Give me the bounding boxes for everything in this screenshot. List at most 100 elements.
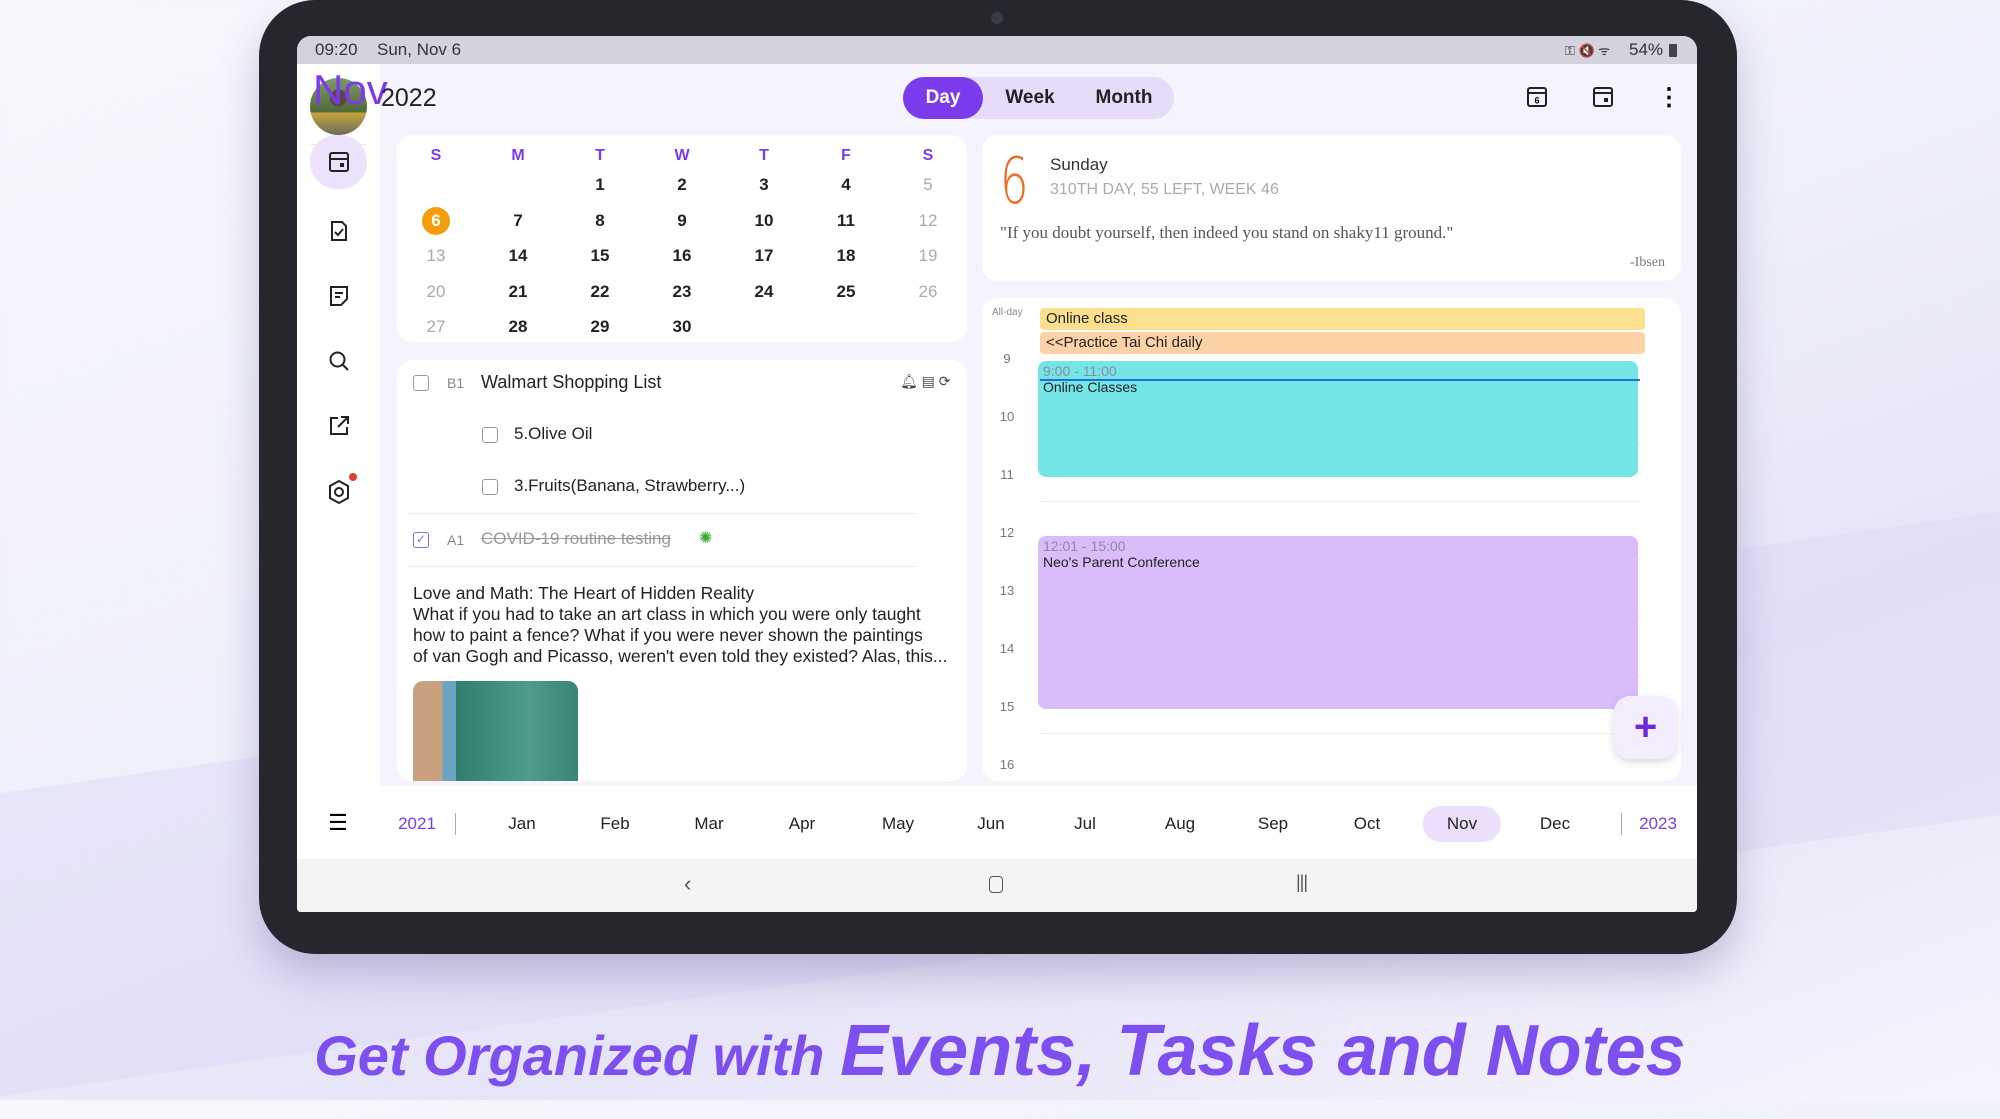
month-feb[interactable]: Feb bbox=[600, 812, 629, 836]
task-checkbox-checked[interactable]: ✓ bbox=[413, 532, 429, 548]
status-time: 09:20 bbox=[315, 40, 358, 59]
calendar-day[interactable]: 8 bbox=[580, 208, 620, 234]
calendar-icon bbox=[1593, 87, 1613, 107]
hour-label: 14 bbox=[999, 641, 1015, 656]
prev-year-button[interactable]: 2021 bbox=[398, 812, 436, 836]
month-dec[interactable]: Dec bbox=[1540, 812, 1570, 836]
day-timeline: All-day 9 10 11 12 13 14 15 16 Online class <<Pra… bbox=[982, 298, 1681, 781]
calendar-day[interactable]: 26 bbox=[908, 279, 948, 305]
timed-event[interactable]: 12:01 - 15:00 Neo's Parent Conference bbox=[1038, 535, 1638, 709]
calendar-day[interactable]: 9 bbox=[662, 208, 702, 234]
month-may[interactable]: May bbox=[882, 812, 914, 836]
today-button[interactable]: 6 bbox=[1522, 82, 1552, 112]
calendar-day[interactable]: 28 bbox=[498, 314, 538, 340]
month-jun[interactable]: Jun bbox=[977, 812, 1004, 836]
add-event-button[interactable]: + bbox=[1614, 696, 1677, 759]
mini-calendar: S M T W T F S 1 2 3 4 5 6 7 8 9 10 11 12 13 14 15 16 17 18 19 20 21… bbox=[397, 135, 967, 342]
battery-icon bbox=[1669, 44, 1677, 57]
note-preview[interactable]: Love and Math: The Heart of Hidden Reali… bbox=[413, 583, 953, 667]
calendar-day[interactable]: 10 bbox=[744, 208, 784, 234]
calendar-day[interactable]: 4 bbox=[826, 172, 866, 198]
more-menu-button[interactable]: ⋮ bbox=[1654, 82, 1684, 112]
calendar-day[interactable]: 5 bbox=[908, 172, 948, 198]
calendar-day[interactable]: 25 bbox=[826, 279, 866, 305]
hamburger-icon: ☰ bbox=[328, 810, 348, 835]
month-oct[interactable]: Oct bbox=[1354, 812, 1380, 836]
sidebar-item-search[interactable] bbox=[310, 334, 367, 388]
task-title-done[interactable]: COVID-19 routine testing bbox=[481, 529, 671, 549]
virus-icon: ✺ bbox=[699, 530, 713, 547]
separator bbox=[1621, 813, 1622, 835]
calendar-view-button[interactable] bbox=[1588, 82, 1618, 112]
calendar-day[interactable]: 16 bbox=[662, 243, 702, 269]
calendar-day[interactable]: 14 bbox=[498, 243, 538, 269]
calendar-day[interactable]: 20 bbox=[416, 279, 456, 305]
subtask-title[interactable]: 5.Olive Oil bbox=[514, 424, 592, 444]
calendar-day[interactable]: 11 bbox=[826, 208, 866, 234]
recents-icon[interactable]: ||| bbox=[1296, 872, 1308, 893]
calendar-day[interactable]: 12 bbox=[908, 208, 948, 234]
sidebar-item-notes[interactable] bbox=[310, 269, 367, 323]
tab-month[interactable]: Month bbox=[1079, 77, 1169, 119]
sidebar-item-settings[interactable] bbox=[310, 465, 367, 519]
calendar-day[interactable]: 21 bbox=[498, 279, 538, 305]
calendar-day[interactable]: 29 bbox=[580, 314, 620, 340]
task-checkbox[interactable] bbox=[413, 375, 429, 391]
tab-day[interactable]: Day bbox=[903, 77, 983, 119]
tasks-notes-card: B1 Walmart Shopping List 🔔︎ ▤ ⟳ 5.Olive … bbox=[397, 360, 967, 781]
calendar-day[interactable]: 24 bbox=[744, 279, 784, 305]
hour-label: 11 bbox=[1000, 467, 1014, 482]
calendar-day[interactable]: 30 bbox=[662, 314, 702, 340]
month-sep[interactable]: Sep bbox=[1258, 812, 1288, 836]
subtask-checkbox[interactable] bbox=[482, 427, 498, 443]
subtask-title[interactable]: 3.Fruits(Banana, Strawberry...) bbox=[514, 476, 745, 496]
sidebar-item-tasks[interactable] bbox=[310, 204, 367, 258]
month-mar[interactable]: Mar bbox=[694, 812, 723, 836]
calendar-day[interactable]: 3 bbox=[744, 172, 784, 198]
more-vertical-icon: ⋮ bbox=[1657, 83, 1681, 111]
header-year[interactable]: 2022 bbox=[381, 84, 437, 113]
home-icon[interactable] bbox=[989, 876, 1003, 893]
calendar-day[interactable]: 15 bbox=[580, 243, 620, 269]
calendar-day[interactable]: 23 bbox=[662, 279, 702, 305]
sidebar-item-share[interactable] bbox=[310, 399, 367, 453]
back-icon[interactable]: ‹ bbox=[684, 871, 691, 897]
sidebar-item-calendar[interactable] bbox=[310, 135, 367, 189]
calendar-day[interactable]: 19 bbox=[908, 243, 948, 269]
header-month[interactable]: Nov bbox=[313, 66, 388, 114]
calendar-day[interactable]: 17 bbox=[744, 243, 784, 269]
next-year-button[interactable]: 2023 bbox=[1639, 812, 1677, 836]
system-nav-bar: ‹ ||| bbox=[297, 859, 1697, 912]
calendar-day[interactable]: 22 bbox=[580, 279, 620, 305]
weekday-header: W bbox=[674, 147, 690, 164]
note-line: What if you had to take an art class in … bbox=[413, 604, 921, 624]
event-time: 9:00 - 11:00 bbox=[1043, 363, 1117, 379]
bell-icon: 🔔︎ bbox=[900, 373, 918, 389]
task-priority: A1 bbox=[447, 532, 465, 548]
month-nov[interactable]: Nov bbox=[1422, 806, 1502, 842]
weekday-header: T bbox=[595, 147, 605, 164]
tab-week[interactable]: Week bbox=[987, 77, 1073, 119]
day-summary: 310TH DAY, 55 LEFT, WEEK 46 bbox=[1050, 181, 1279, 198]
calendar-icon bbox=[328, 152, 349, 172]
separator bbox=[455, 813, 456, 835]
month-apr[interactable]: Apr bbox=[789, 812, 815, 836]
calendar-day[interactable]: 13 bbox=[416, 243, 456, 269]
note-image-thumbnail[interactable] bbox=[413, 681, 578, 781]
menu-button[interactable]: ☰ bbox=[323, 808, 353, 838]
allday-event[interactable]: <<Practice Tai Chi daily bbox=[1040, 332, 1645, 354]
month-jul[interactable]: Jul bbox=[1074, 812, 1096, 836]
calendar-day[interactable]: 2 bbox=[662, 172, 702, 198]
month-aug[interactable]: Aug bbox=[1165, 812, 1195, 836]
calendar-day-today[interactable]: 6 bbox=[422, 206, 450, 235]
task-title[interactable]: Walmart Shopping List bbox=[481, 372, 661, 393]
month-jan[interactable]: Jan bbox=[508, 812, 535, 836]
repeat-icon: ⟳ bbox=[938, 373, 951, 389]
calendar-day[interactable]: 1 bbox=[580, 172, 620, 198]
calendar-day[interactable]: 7 bbox=[498, 208, 538, 234]
subtask-checkbox[interactable] bbox=[482, 479, 498, 495]
calendar-day[interactable]: 27 bbox=[416, 314, 456, 340]
calendar-day[interactable]: 18 bbox=[826, 243, 866, 269]
allday-event[interactable]: Online class bbox=[1040, 308, 1645, 330]
divider bbox=[409, 513, 917, 514]
